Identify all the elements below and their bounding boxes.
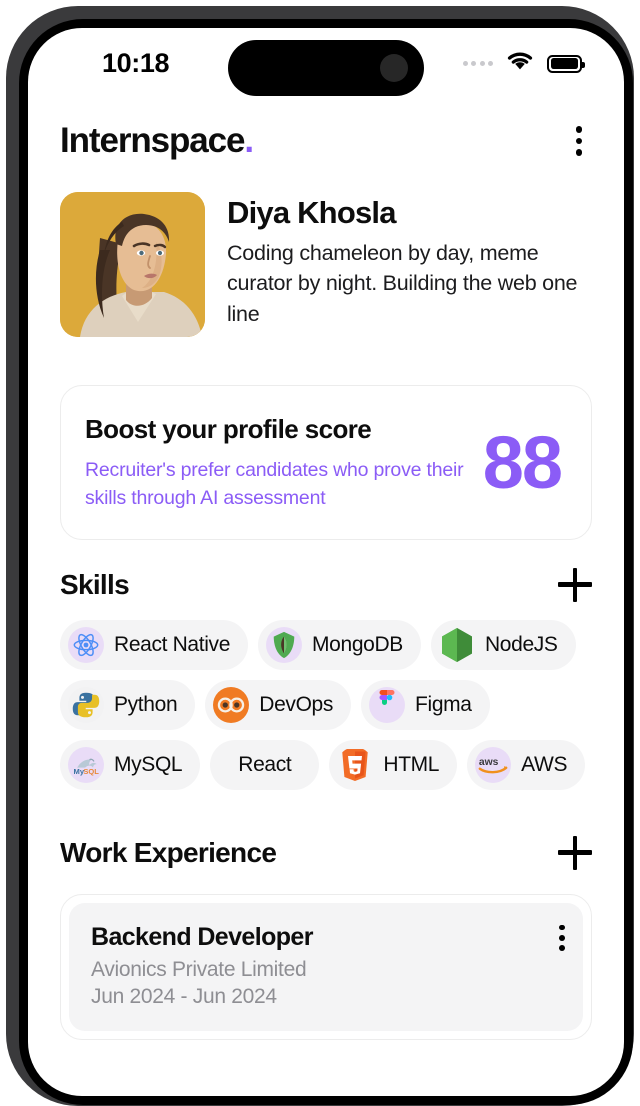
work-role: Backend Developer bbox=[91, 922, 313, 951]
skill-chip-label: NodeJS bbox=[484, 632, 558, 656]
app-title-text: Internspace bbox=[60, 120, 245, 160]
skills-section-header: Skills bbox=[28, 567, 624, 602]
profile-details: Diya Khosla Coding chameleon by day, mem… bbox=[227, 192, 592, 337]
skill-chip-react[interactable]: React bbox=[210, 739, 320, 790]
skills-list: React Native MongoDB NodeJS Python DevOp… bbox=[28, 602, 624, 790]
work-company: Avionics Private Limited bbox=[91, 957, 307, 981]
work-experience-section-header: Work Experience bbox=[28, 835, 624, 870]
skill-chip-devops[interactable]: DevOps bbox=[205, 679, 352, 730]
skill-chip-label: MySQL bbox=[114, 752, 183, 776]
figma-icon bbox=[369, 686, 406, 723]
skill-chip-label: React bbox=[238, 752, 292, 776]
python-icon bbox=[68, 686, 104, 723]
react-native-icon bbox=[68, 626, 104, 663]
devops-icon bbox=[213, 686, 250, 723]
wifi-icon bbox=[505, 50, 535, 77]
svg-text:aws: aws bbox=[479, 757, 499, 768]
work-entry-kebab-menu-icon[interactable] bbox=[551, 919, 573, 957]
skill-chip-react-native[interactable]: React Native bbox=[60, 619, 249, 670]
phone-frame: 10:18 Internspace. Diya Khosla Coding ch… bbox=[6, 6, 634, 1106]
profile-bio: Coding chameleon by day, meme curator by… bbox=[227, 240, 578, 326]
boost-card-subtitle: Recruiter's prefer candidates who prove … bbox=[85, 459, 464, 509]
skill-chip-mongodb[interactable]: MongoDB bbox=[258, 619, 421, 670]
nodejs-icon bbox=[439, 627, 475, 663]
front-camera-lens bbox=[380, 54, 408, 82]
skill-chip-figma[interactable]: Figma bbox=[361, 679, 490, 730]
add-work-experience-plus-icon[interactable] bbox=[558, 835, 592, 870]
work-dates: Jun 2024 - Jun 2024 bbox=[91, 984, 277, 1008]
boost-profile-score-card[interactable]: Boost your profile score Recruiter's pre… bbox=[60, 384, 592, 540]
work-experience-title: Work Experience bbox=[60, 836, 277, 868]
svg-text:SQL: SQL bbox=[83, 766, 99, 775]
app-title-dot: . bbox=[244, 120, 254, 160]
profile-score-value: 88 bbox=[482, 421, 563, 504]
header-kebab-menu-icon[interactable] bbox=[566, 118, 593, 164]
mongodb-icon bbox=[266, 626, 303, 663]
battery-full-icon bbox=[547, 54, 585, 73]
work-experience-card[interactable]: Backend Developer Avionics Private Limit… bbox=[60, 893, 592, 1040]
skill-chip-label: Figma bbox=[415, 692, 472, 716]
avatar[interactable] bbox=[60, 191, 205, 337]
aws-icon: aws bbox=[475, 746, 512, 783]
skill-chip-html[interactable]: HTML bbox=[329, 739, 458, 790]
work-experience-entry: Backend Developer Avionics Private Limit… bbox=[69, 902, 583, 1031]
boost-card-text: Boost your profile score Recruiter's pre… bbox=[85, 414, 473, 512]
add-skill-plus-icon[interactable] bbox=[558, 567, 592, 602]
mysql-icon: My SQL bbox=[68, 746, 104, 783]
skill-chip-label: Python bbox=[114, 692, 178, 716]
skill-chip-mysql[interactable]: My SQL MySQL bbox=[60, 739, 201, 790]
skill-chip-label: DevOps bbox=[259, 692, 334, 716]
skill-chip-label: HTML bbox=[383, 752, 440, 776]
skills-title: Skills bbox=[60, 568, 130, 600]
profile-name: Diya Khosla bbox=[227, 194, 396, 230]
skill-chip-label: AWS bbox=[521, 752, 568, 776]
skill-chip-aws[interactable]: aws AWS bbox=[467, 739, 586, 790]
status-bar: 10:18 bbox=[28, 28, 624, 100]
app-header: Internspace. bbox=[28, 100, 624, 170]
dynamic-island bbox=[228, 40, 424, 96]
status-time: 10:18 bbox=[102, 48, 170, 78]
skill-chip-python[interactable]: Python bbox=[60, 679, 196, 730]
skill-chip-label: MongoDB bbox=[312, 632, 403, 656]
signal-dots-icon bbox=[462, 61, 493, 66]
skill-chip-nodejs[interactable]: NodeJS bbox=[430, 619, 576, 670]
skill-chip-label: React Native bbox=[114, 632, 231, 656]
status-indicators bbox=[462, 50, 585, 77]
phone-screen: 10:18 Internspace. Diya Khosla Coding ch… bbox=[28, 28, 624, 1096]
html5-icon bbox=[337, 747, 373, 783]
app-title: Internspace. bbox=[60, 120, 254, 161]
boost-card-title: Boost your profile score bbox=[85, 414, 372, 445]
profile-section: Diya Khosla Coding chameleon by day, mem… bbox=[28, 170, 624, 337]
